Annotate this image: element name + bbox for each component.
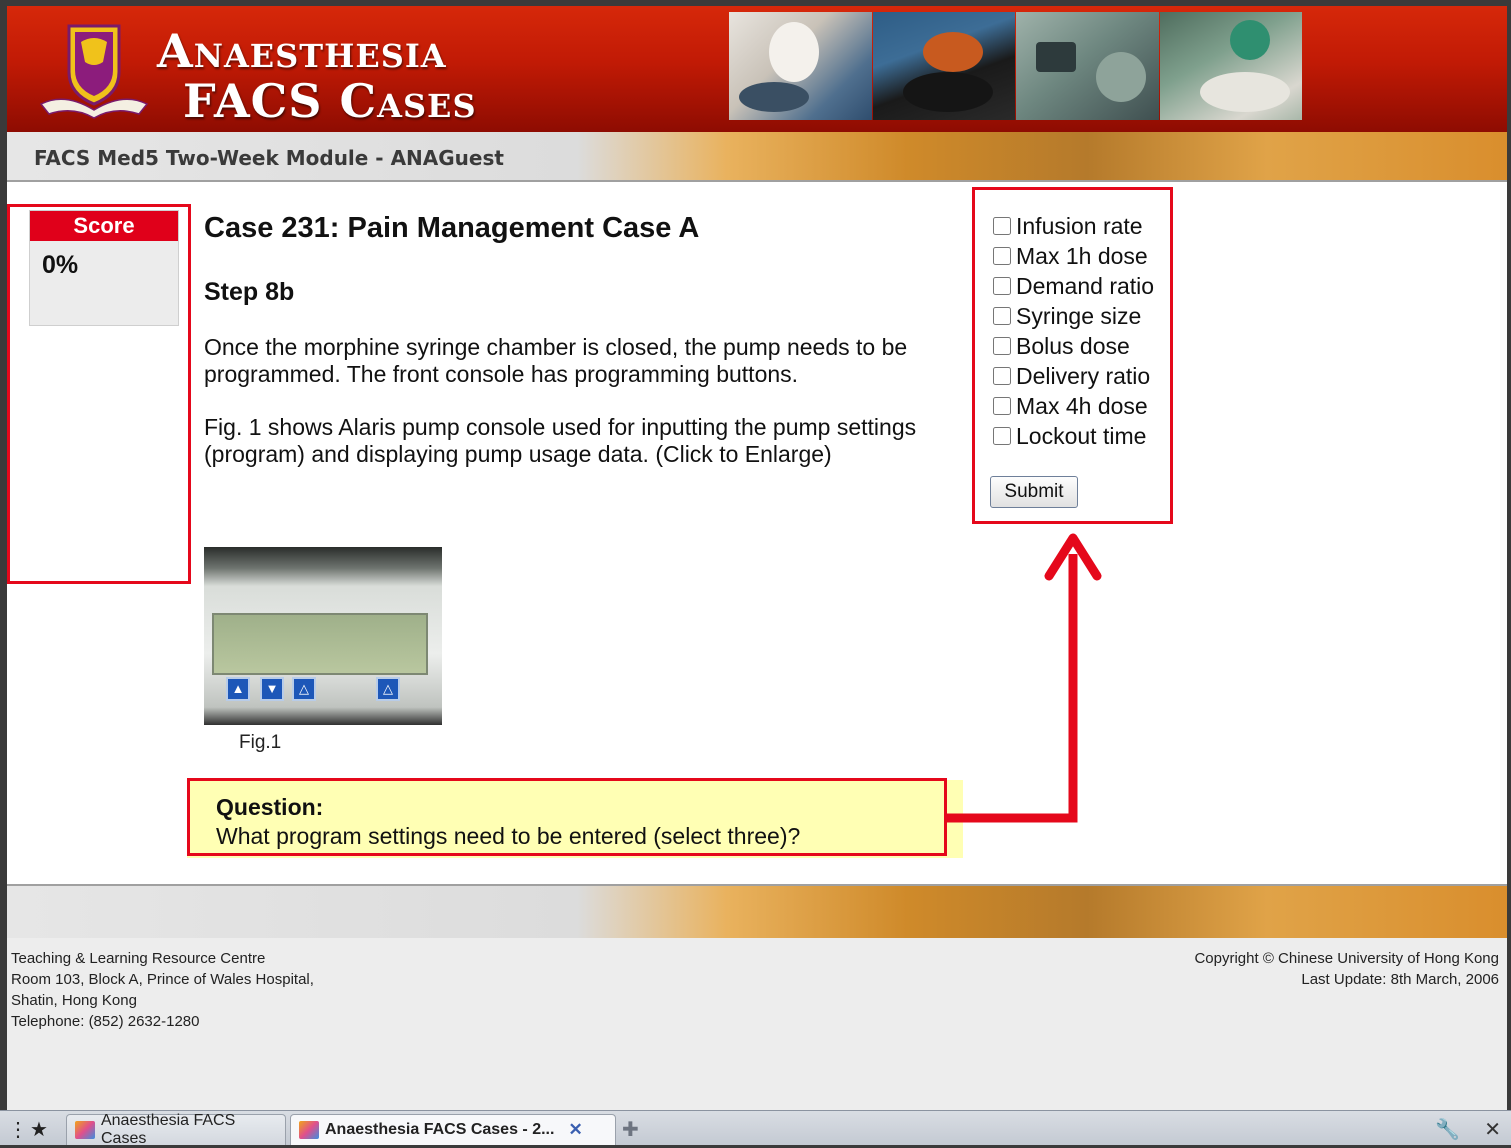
footer-address-line: Room 103, Block A, Prince of Wales Hospi… (11, 971, 314, 988)
web-page: Anaesthesia FACS Cases FACS Med5 Two-Wee… (7, 6, 1507, 1110)
banner-photo-mannequin (872, 12, 1015, 120)
site-title-line2: FACS Cases (183, 74, 477, 128)
banner-photo-strip (729, 12, 1303, 120)
tab-title: Anaesthesia FACS Cases - 2... (325, 1121, 555, 1138)
footer-address-line: Teaching & Learning Resource Centre (11, 950, 266, 967)
last-update-text: Last Update: 8th March, 2006 (1301, 971, 1499, 988)
score-highlight-box (7, 204, 191, 584)
pump-console-image[interactable]: ▲ ▼ △ △ (204, 547, 442, 725)
options-highlight-box (972, 187, 1173, 524)
question-highlight-box (187, 778, 947, 856)
wrench-icon[interactable]: 🔧 (1435, 1117, 1460, 1142)
menu-dots-icon[interactable]: ⋮ (8, 1117, 28, 1142)
close-tab-icon[interactable]: ✕ (568, 1120, 582, 1140)
browser-tab-active[interactable]: Anaesthesia FACS Cases - 2... ✕ (290, 1114, 616, 1145)
site-title-line1: Anaesthesia (157, 24, 447, 78)
banner-photo-operating-room (1016, 12, 1159, 120)
bookmark-star-icon[interactable]: ★ (30, 1117, 48, 1142)
banner-photo-surgery (1159, 12, 1302, 120)
arrow-down-icon: ▼ (260, 677, 284, 701)
footer-copyright: Copyright © Chinese University of Hong K… (1194, 948, 1499, 990)
step-title: Step 8b (204, 278, 295, 306)
banner-photo-clinicians (729, 12, 872, 120)
close-icon[interactable]: ✕ (1484, 1117, 1501, 1142)
footer: Teaching & Learning Resource Centre Room… (7, 938, 1507, 1110)
copyright-text: Copyright © Chinese University of Hong K… (1194, 950, 1499, 967)
module-label: FACS Med5 Two-Week Module - ANAGuest (34, 146, 504, 170)
case-title: Case 231: Pain Management Case A (204, 212, 700, 244)
figure-caption: Fig.1 (239, 732, 282, 753)
footer-bar (7, 884, 1507, 940)
pump-display-screen (212, 613, 428, 675)
footer-telephone: Telephone: (852) 2632-1280 (11, 1013, 200, 1030)
module-bar: FACS Med5 Two-Week Module - ANAGuest (7, 132, 1507, 182)
footer-address-line: Shatin, Hong Kong (11, 992, 137, 1009)
site-favicon-icon (299, 1121, 319, 1139)
new-tab-icon[interactable]: ✚ (622, 1117, 639, 1142)
figure-description: Fig. 1 shows Alaris pump console used fo… (204, 414, 917, 467)
arrow-up-icon: ▲ (226, 677, 250, 701)
browser-tools: 🔧 ✕ (1435, 1117, 1501, 1142)
university-crest-logo (39, 24, 149, 119)
arrow-up-outline-icon-2: △ (376, 677, 400, 701)
browser-tab-strip: ⋮ ★ Anaesthesia FACS Cases Anaesthesia F… (0, 1110, 1511, 1147)
instruction-paragraph: Once the morphine syringe chamber is clo… (204, 334, 908, 387)
browser-tab[interactable]: Anaesthesia FACS Cases (66, 1112, 286, 1147)
footer-address: Teaching & Learning Resource Centre Room… (11, 948, 314, 1032)
site-banner: Anaesthesia FACS Cases (7, 6, 1507, 132)
arrow-up-outline-icon: △ (292, 677, 316, 701)
site-favicon-icon (75, 1121, 95, 1139)
tab-title: Anaesthesia FACS Cases (100, 1112, 236, 1147)
